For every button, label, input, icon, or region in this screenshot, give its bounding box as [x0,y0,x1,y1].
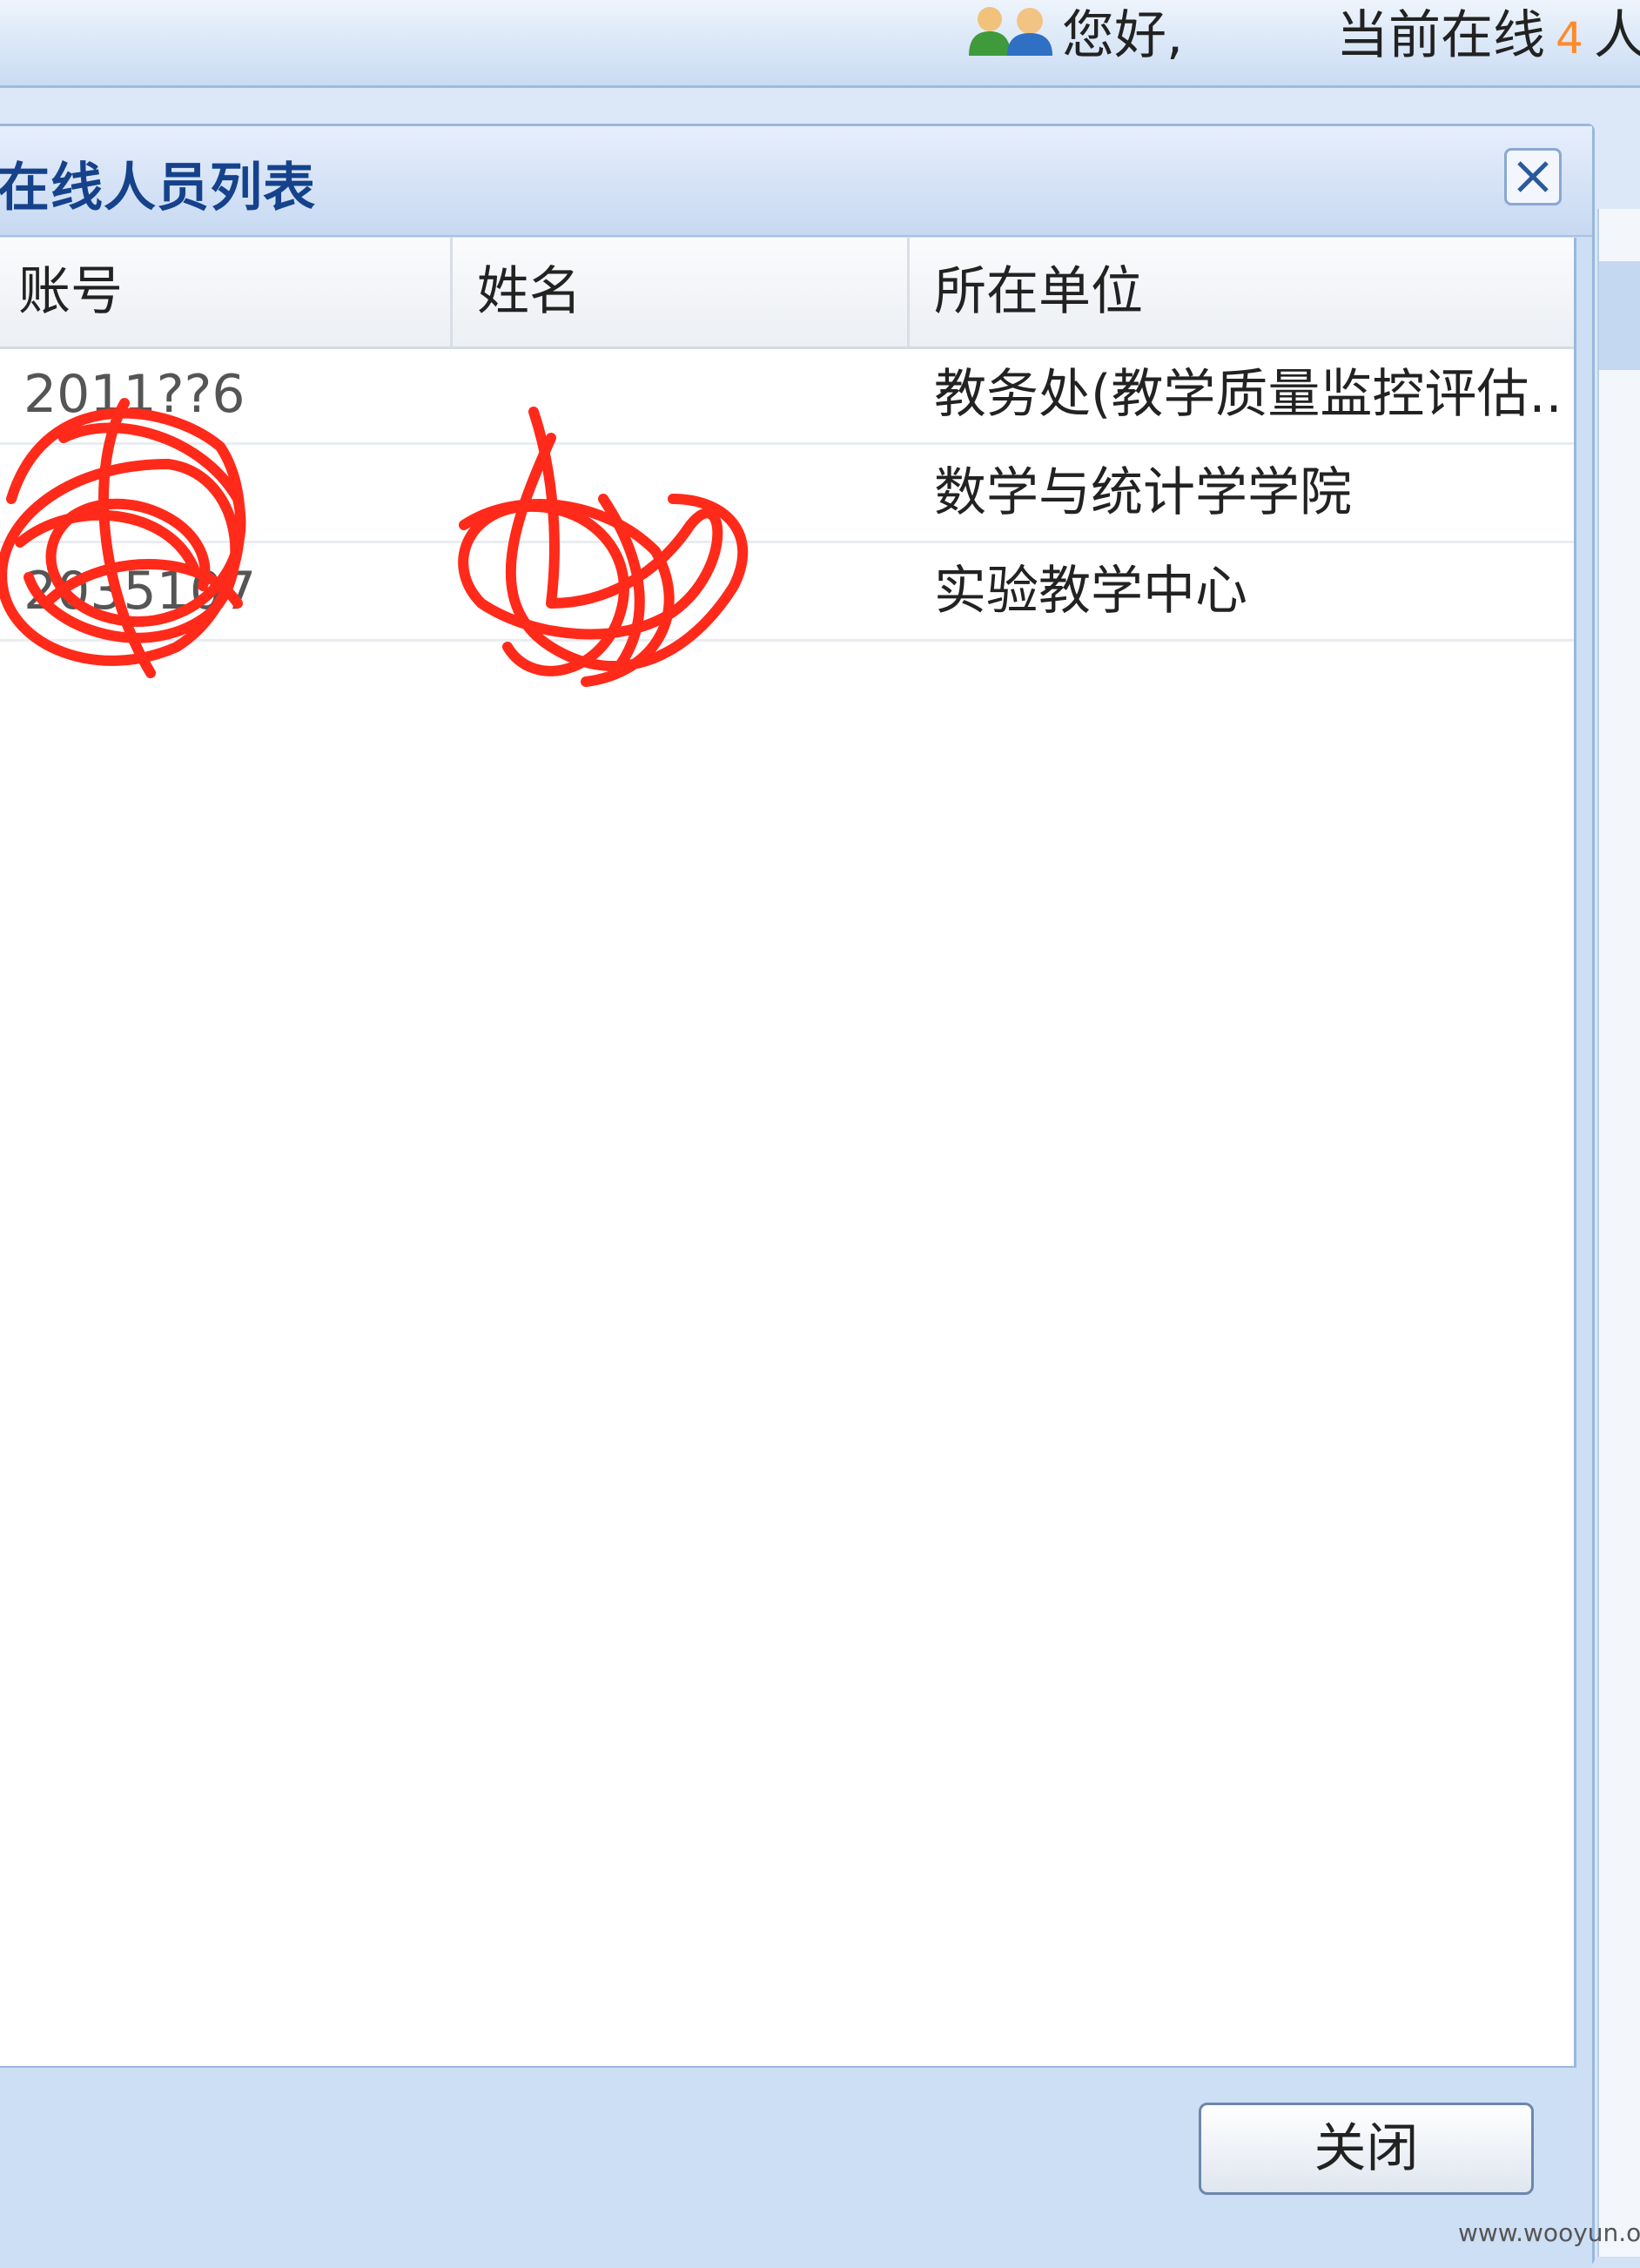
close-x-glyph [1517,161,1549,192]
dialog-title: 在线人员列表 [0,158,316,219]
online-suffix: 人 [1593,5,1640,66]
table-row[interactable]: 数学与统计学学院 [0,445,1574,543]
background-selected-row [1599,261,1640,370]
background-panel [1597,209,1640,2257]
column-header-unit[interactable]: 所在单位 [910,238,1574,347]
table-row[interactable]: 2035107 实验教学中心 [0,543,1574,642]
greeting-text: 您好, [1062,5,1184,66]
column-header-name[interactable]: 姓名 [453,238,910,347]
online-prefix: 当前在线 [1336,5,1545,66]
table-row[interactable]: 2011??6 教务处(教学质量监控评估... [0,347,1574,445]
unit-cell: 教务处(教学质量监控评估... [934,364,1565,425]
name-cell [474,445,892,541]
online-status: 当前在线 4 人 [1336,0,1640,69]
grid-header: 账号 姓名 所在单位 [0,238,1574,349]
column-header-account[interactable]: 账号 [0,238,453,347]
dialog-header[interactable]: 在线人员列表 [0,126,1592,237]
users-grid: 账号 姓名 所在单位 2011??6 教务处(教学质量监控评估... 数学与统计… [0,238,1576,2069]
watermark: www.wooyun.org [1458,2218,1640,2247]
close-x-icon[interactable] [1504,148,1562,205]
online-count[interactable]: 4 [1556,13,1583,64]
users-icon [969,7,1052,56]
unit-cell: 数学与统计学学院 [934,462,1352,523]
name-cell [474,347,892,442]
account-cell: 2011??6 [24,364,245,425]
close-button[interactable]: 关闭 [1199,2103,1534,2195]
account-cell [24,445,441,541]
account-cell: 2035107 [24,561,257,622]
top-bar: 您好, 当前在线 4 人 [0,0,1640,88]
online-users-dialog: 在线人员列表 账号 姓名 所在单位 2011??6 教务处(教学质量监控评估..… [0,124,1595,2268]
unit-cell: 实验教学中心 [934,561,1247,622]
name-cell [474,543,892,639]
